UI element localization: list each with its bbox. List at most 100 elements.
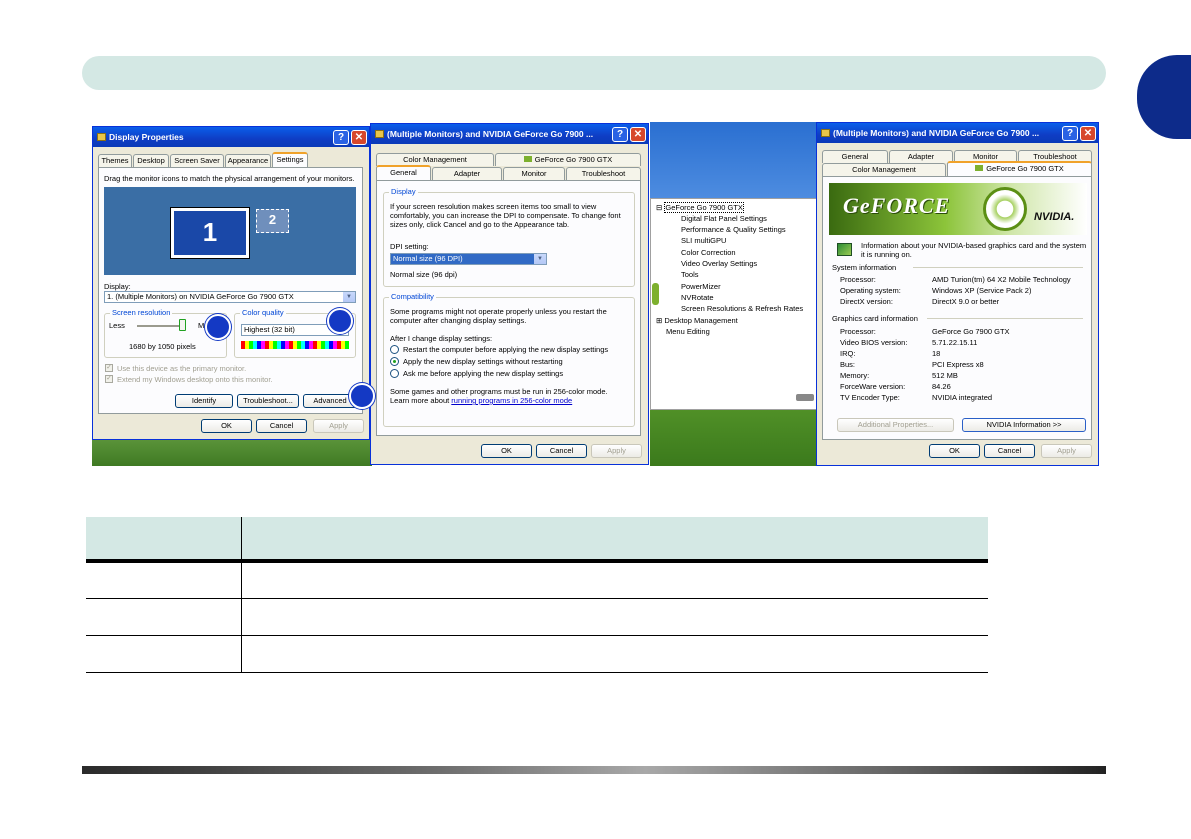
nvidia-eye-logo	[983, 187, 1027, 231]
resolution-slider-track[interactable]	[137, 325, 185, 327]
cancel-button[interactable]: Cancel	[536, 444, 587, 458]
ask-before-radio[interactable]	[390, 369, 399, 378]
gfx-label: TV Encoder Type:	[840, 393, 900, 402]
cancel-button[interactable]: Cancel	[984, 444, 1035, 458]
window-icon	[821, 129, 830, 137]
troubleshoot-button[interactable]: Troubleshoot...	[237, 394, 299, 408]
tab-color-management[interactable]: Color Management	[822, 163, 946, 176]
tab-monitor[interactable]: Monitor	[503, 167, 565, 180]
pin-icon[interactable]	[796, 394, 814, 401]
monitor-2-label: 2	[268, 212, 277, 227]
instruction-text: Drag the monitor icons to match the phys…	[104, 174, 355, 183]
apply-button[interactable]: Apply	[591, 444, 642, 458]
resolution-slider-thumb[interactable]	[179, 319, 186, 331]
window-icon	[97, 133, 106, 141]
menu-item-video-overlay[interactable]: Video Overlay Settings	[681, 259, 757, 268]
page-header-bar	[82, 56, 1106, 90]
menu-item-menu-editing[interactable]: Menu Editing	[666, 327, 710, 336]
menu-item-screen-resolutions[interactable]: Screen Resolutions & Refresh Rates	[681, 304, 803, 313]
identify-button[interactable]: Identify	[175, 394, 233, 408]
title-bar[interactable]: (Multiple Monitors) and NVIDIA GeForce G…	[817, 123, 1098, 143]
restart-radio[interactable]	[390, 345, 399, 354]
tab-adapter[interactable]: Adapter	[432, 167, 502, 180]
general-panel: Display If your screen resolution makes …	[376, 180, 641, 436]
gfx-value: 18	[932, 349, 941, 358]
tab-desktop[interactable]: Desktop	[133, 154, 169, 167]
apply-option: Apply the new display settings without r…	[403, 357, 563, 366]
ask-option: Ask me before applying the new display s…	[403, 369, 564, 378]
display-group-title: Display	[389, 187, 418, 196]
chevron-down-icon[interactable]: ▼	[343, 292, 355, 302]
menu-item-nvrotate[interactable]: NVRotate	[681, 293, 714, 302]
divider	[913, 267, 1083, 268]
apply-without-restart-radio[interactable]	[390, 357, 399, 366]
title-bar[interactable]: (Multiple Monitors) and NVIDIA GeForce G…	[371, 124, 648, 144]
tree-root[interactable]: ⊟ GeForce Go 7900 GTX	[656, 202, 744, 213]
menu-item-powermizer[interactable]: PowerMizer	[681, 282, 721, 291]
help-icon[interactable]: ?	[1062, 126, 1078, 141]
tab-troubleshoot[interactable]: Troubleshoot	[566, 167, 641, 180]
learn-more-link[interactable]: running programs in 256-color mode	[451, 396, 572, 405]
tab-themes[interactable]: Themes	[98, 154, 132, 167]
dpi-label: DPI setting:	[390, 242, 429, 251]
help-icon[interactable]: ?	[612, 127, 628, 142]
menu-item-desktop-management[interactable]: ⊞ Desktop Management	[656, 316, 738, 325]
additional-properties-button[interactable]: Additional Properties...	[837, 418, 954, 432]
title-bar[interactable]: Display Properties ? ✕	[93, 127, 369, 147]
sys-label: Processor:	[840, 275, 876, 284]
gfx-value: GeForce Go 7900 GTX	[932, 327, 1010, 336]
gfx-label: Bus:	[840, 360, 856, 369]
display-label: Display:	[104, 282, 131, 291]
close-icon[interactable]: ✕	[351, 130, 367, 145]
display-group: Display If your screen resolution makes …	[383, 187, 635, 287]
display-select[interactable]: 1. (Multiple Monitors) on NVIDIA GeForce…	[104, 291, 356, 303]
nvidia-information-button[interactable]: NVIDIA Information >>	[962, 418, 1086, 432]
gfx-label: IRQ:	[840, 349, 856, 358]
callout-marker	[205, 314, 231, 340]
tab-general[interactable]: General	[822, 150, 888, 163]
tab-screen-saver[interactable]: Screen Saver	[170, 154, 224, 167]
ok-button[interactable]: OK	[201, 419, 252, 433]
footer-rule	[82, 766, 1106, 774]
tab-general[interactable]: General	[376, 165, 431, 180]
settings-panel: Drag the monitor icons to match the phys…	[98, 167, 363, 414]
settings-table	[86, 517, 988, 673]
apply-button[interactable]: Apply	[1041, 444, 1092, 458]
compat-group-title: Compatibility	[389, 292, 436, 301]
tab-geforce[interactable]: GeForce Go 7900 GTX	[495, 153, 641, 166]
close-icon[interactable]: ✕	[630, 127, 646, 142]
dpi-select[interactable]: Normal size (96 DPI) ▼	[390, 253, 547, 265]
close-icon[interactable]: ✕	[1080, 126, 1096, 141]
ok-button[interactable]: OK	[481, 444, 532, 458]
callout-marker	[349, 383, 375, 409]
apply-button[interactable]: Apply	[313, 419, 364, 433]
primary-monitor-label: Use this device as the primary monitor.	[117, 364, 247, 373]
tab-adapter[interactable]: Adapter	[889, 150, 953, 163]
menu-item-digital-flat-panel[interactable]: Digital Flat Panel Settings	[681, 214, 767, 223]
ok-button[interactable]: OK	[929, 444, 980, 458]
sys-label: Operating system:	[840, 286, 901, 295]
extend-desktop-checkbox[interactable]: ✓	[105, 375, 113, 383]
dpi-note: Normal size (96 dpi)	[390, 270, 458, 279]
menu-collapse-handle[interactable]	[652, 283, 659, 305]
gfx-value: 512 MB	[932, 371, 958, 380]
gfx-value: 84.26	[932, 382, 951, 391]
sys-value: DirectX 9.0 or better	[932, 297, 1000, 306]
menu-item-sli[interactable]: SLI multiGPU	[681, 236, 726, 245]
extend-desktop-label: Extend my Windows desktop onto this moni…	[117, 375, 273, 384]
tab-geforce[interactable]: GeForce Go 7900 GTX	[947, 161, 1092, 176]
menu-item-performance[interactable]: Performance & Quality Settings	[681, 225, 786, 234]
primary-monitor-checkbox[interactable]: ✓	[105, 364, 113, 372]
menu-item-color-correction[interactable]: Color Correction	[681, 248, 736, 257]
cancel-button[interactable]: Cancel	[256, 419, 307, 433]
help-icon[interactable]: ?	[333, 130, 349, 145]
display-description: If your screen resolution makes screen i…	[390, 202, 621, 229]
tab-appearance[interactable]: Appearance	[225, 154, 271, 167]
sys-value: Windows XP (Service Pack 2)	[932, 286, 1032, 295]
table-row	[86, 561, 988, 599]
menu-item-tools[interactable]: Tools	[681, 270, 699, 279]
tab-settings[interactable]: Settings	[272, 152, 308, 167]
chevron-down-icon[interactable]: ▼	[534, 254, 546, 264]
nvidia-icon	[523, 156, 532, 162]
gfx-label: Processor:	[840, 327, 876, 336]
